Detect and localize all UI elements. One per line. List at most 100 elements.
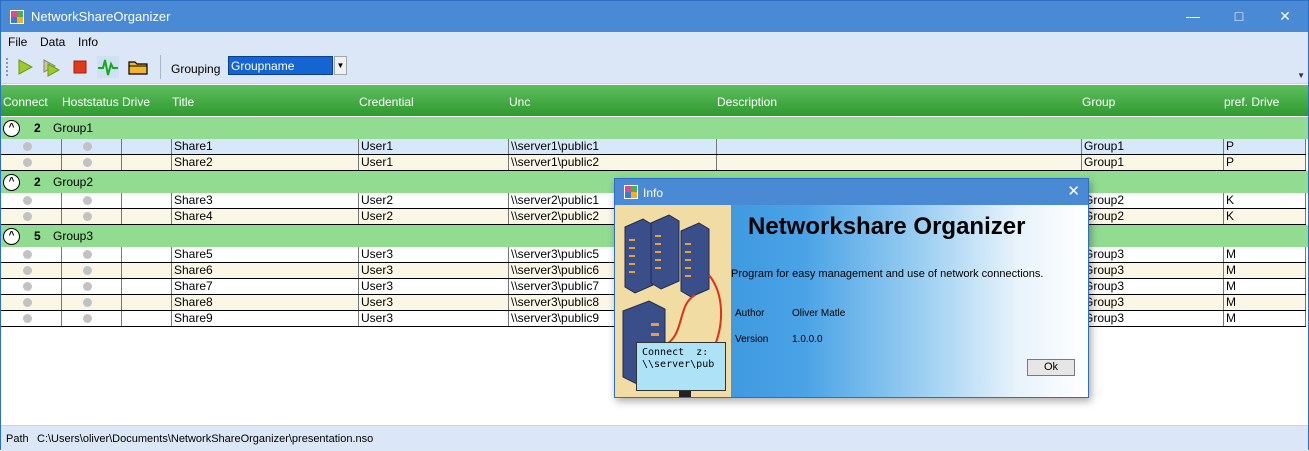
cell-title[interactable]: Share9 [172,311,359,326]
cell-title[interactable]: Share7 [172,279,359,294]
cell-title[interactable]: Share3 [172,193,359,208]
close-icon[interactable]: ✕ [1067,182,1080,200]
col-pref-drive[interactable]: pref. Drive [1224,95,1279,109]
cell-connect[interactable] [1,247,62,262]
menu-data[interactable]: Data [40,35,65,49]
cell-drive[interactable] [122,155,172,170]
cell-drive[interactable] [122,139,172,154]
cell-unc[interactable]: \\server1\public2 [509,155,717,170]
menu-file[interactable]: File [8,35,27,49]
group-row[interactable]: ^ 2 Group1 [1,117,1308,139]
cell-group[interactable]: Group2 [1082,209,1224,224]
col-connect[interactable]: Connect [3,95,48,109]
cell-hoststatus[interactable] [62,139,122,154]
chevron-down-icon[interactable]: ▼ [334,56,347,75]
cell-credential[interactable]: User3 [359,279,509,294]
cell-hoststatus[interactable] [62,311,122,326]
cell-group[interactable]: Group1 [1082,139,1224,154]
cell-hoststatus[interactable] [62,279,122,294]
cell-hoststatus[interactable] [62,193,122,208]
cell-credential[interactable]: User2 [359,209,509,224]
stop-icon[interactable] [69,56,91,78]
pulse-icon[interactable] [97,56,119,78]
cell-group[interactable]: Group3 [1082,263,1224,278]
cell-connect[interactable] [1,209,62,224]
cell-title[interactable]: Share2 [172,155,359,170]
col-unc[interactable]: Unc [509,95,530,109]
col-group[interactable]: Group [1082,95,1115,109]
ok-button[interactable]: Ok [1027,359,1075,376]
cell-credential[interactable]: User3 [359,295,509,310]
collapse-icon[interactable]: ^ [3,228,20,245]
cell-hoststatus[interactable] [62,263,122,278]
cell-group[interactable]: Group3 [1082,311,1224,326]
maximize-button[interactable]: □ [1216,1,1262,32]
cell-pref-drive[interactable]: K [1224,209,1306,224]
cell-drive[interactable] [122,263,172,278]
play-icon[interactable] [14,56,36,78]
cell-title[interactable]: Share8 [172,295,359,310]
col-drive[interactable]: Drive [122,95,150,109]
cell-connect[interactable] [1,311,62,326]
cell-pref-drive[interactable]: M [1224,295,1306,310]
cell-credential[interactable]: User1 [359,139,509,154]
collapse-icon[interactable]: ^ [3,174,20,191]
cell-connect[interactable] [1,279,62,294]
cell-connect[interactable] [1,263,62,278]
cell-description[interactable] [717,155,1082,170]
cell-connect[interactable] [1,193,62,208]
minimize-button[interactable]: — [1170,1,1216,32]
close-button[interactable]: ✕ [1262,1,1308,32]
cell-pref-drive[interactable]: M [1224,279,1306,294]
col-title[interactable]: Title [172,95,194,109]
cell-pref-drive[interactable]: M [1224,311,1306,326]
col-hoststatus[interactable]: Hoststatus [62,95,119,109]
menu-info[interactable]: Info [78,35,98,49]
cell-credential[interactable]: User3 [359,311,509,326]
cell-drive[interactable] [122,193,172,208]
col-credential[interactable]: Credential [359,95,414,109]
cell-title[interactable]: Share6 [172,263,359,278]
cell-group[interactable]: Group3 [1082,295,1224,310]
table-row[interactable]: Share1 User1 \\server1\public1 Group1 P [1,139,1306,155]
toolbar-grip[interactable] [6,58,9,76]
cell-hoststatus[interactable] [62,247,122,262]
cell-title[interactable]: Share5 [172,247,359,262]
cell-drive[interactable] [122,209,172,224]
cell-drive[interactable] [122,295,172,310]
cell-group[interactable]: Group3 [1082,279,1224,294]
cell-hoststatus[interactable] [62,209,122,224]
status-dot-icon [23,196,32,205]
cell-group[interactable]: Group1 [1082,155,1224,170]
cell-group[interactable]: Group3 [1082,247,1224,262]
col-description[interactable]: Description [717,95,777,109]
cell-connect[interactable] [1,295,62,310]
cell-pref-drive[interactable]: M [1224,247,1306,262]
cell-title[interactable]: Share1 [172,139,359,154]
play-all-icon[interactable] [41,56,63,78]
cell-description[interactable] [717,139,1082,154]
cell-drive[interactable] [122,247,172,262]
cell-unc[interactable]: \\server1\public1 [509,139,717,154]
cell-title[interactable]: Share4 [172,209,359,224]
cell-connect[interactable] [1,139,62,154]
cell-pref-drive[interactable]: P [1224,139,1306,154]
cell-drive[interactable] [122,311,172,326]
cell-credential[interactable]: User2 [359,193,509,208]
table-row[interactable]: Share2 User1 \\server1\public2 Group1 P [1,155,1306,171]
cell-credential[interactable]: User1 [359,155,509,170]
folder-icon[interactable] [127,56,149,78]
cell-pref-drive[interactable]: K [1224,193,1306,208]
cell-group[interactable]: Group2 [1082,193,1224,208]
cell-pref-drive[interactable]: P [1224,155,1306,170]
toolbar-overflow-icon[interactable]: ▼ [1297,71,1305,80]
cell-pref-drive[interactable]: M [1224,263,1306,278]
cell-connect[interactable] [1,155,62,170]
cell-credential[interactable]: User3 [359,247,509,262]
grouping-select[interactable]: Groupname [228,56,333,75]
cell-drive[interactable] [122,279,172,294]
cell-hoststatus[interactable] [62,155,122,170]
collapse-icon[interactable]: ^ [3,120,20,137]
cell-credential[interactable]: User3 [359,263,509,278]
cell-hoststatus[interactable] [62,295,122,310]
